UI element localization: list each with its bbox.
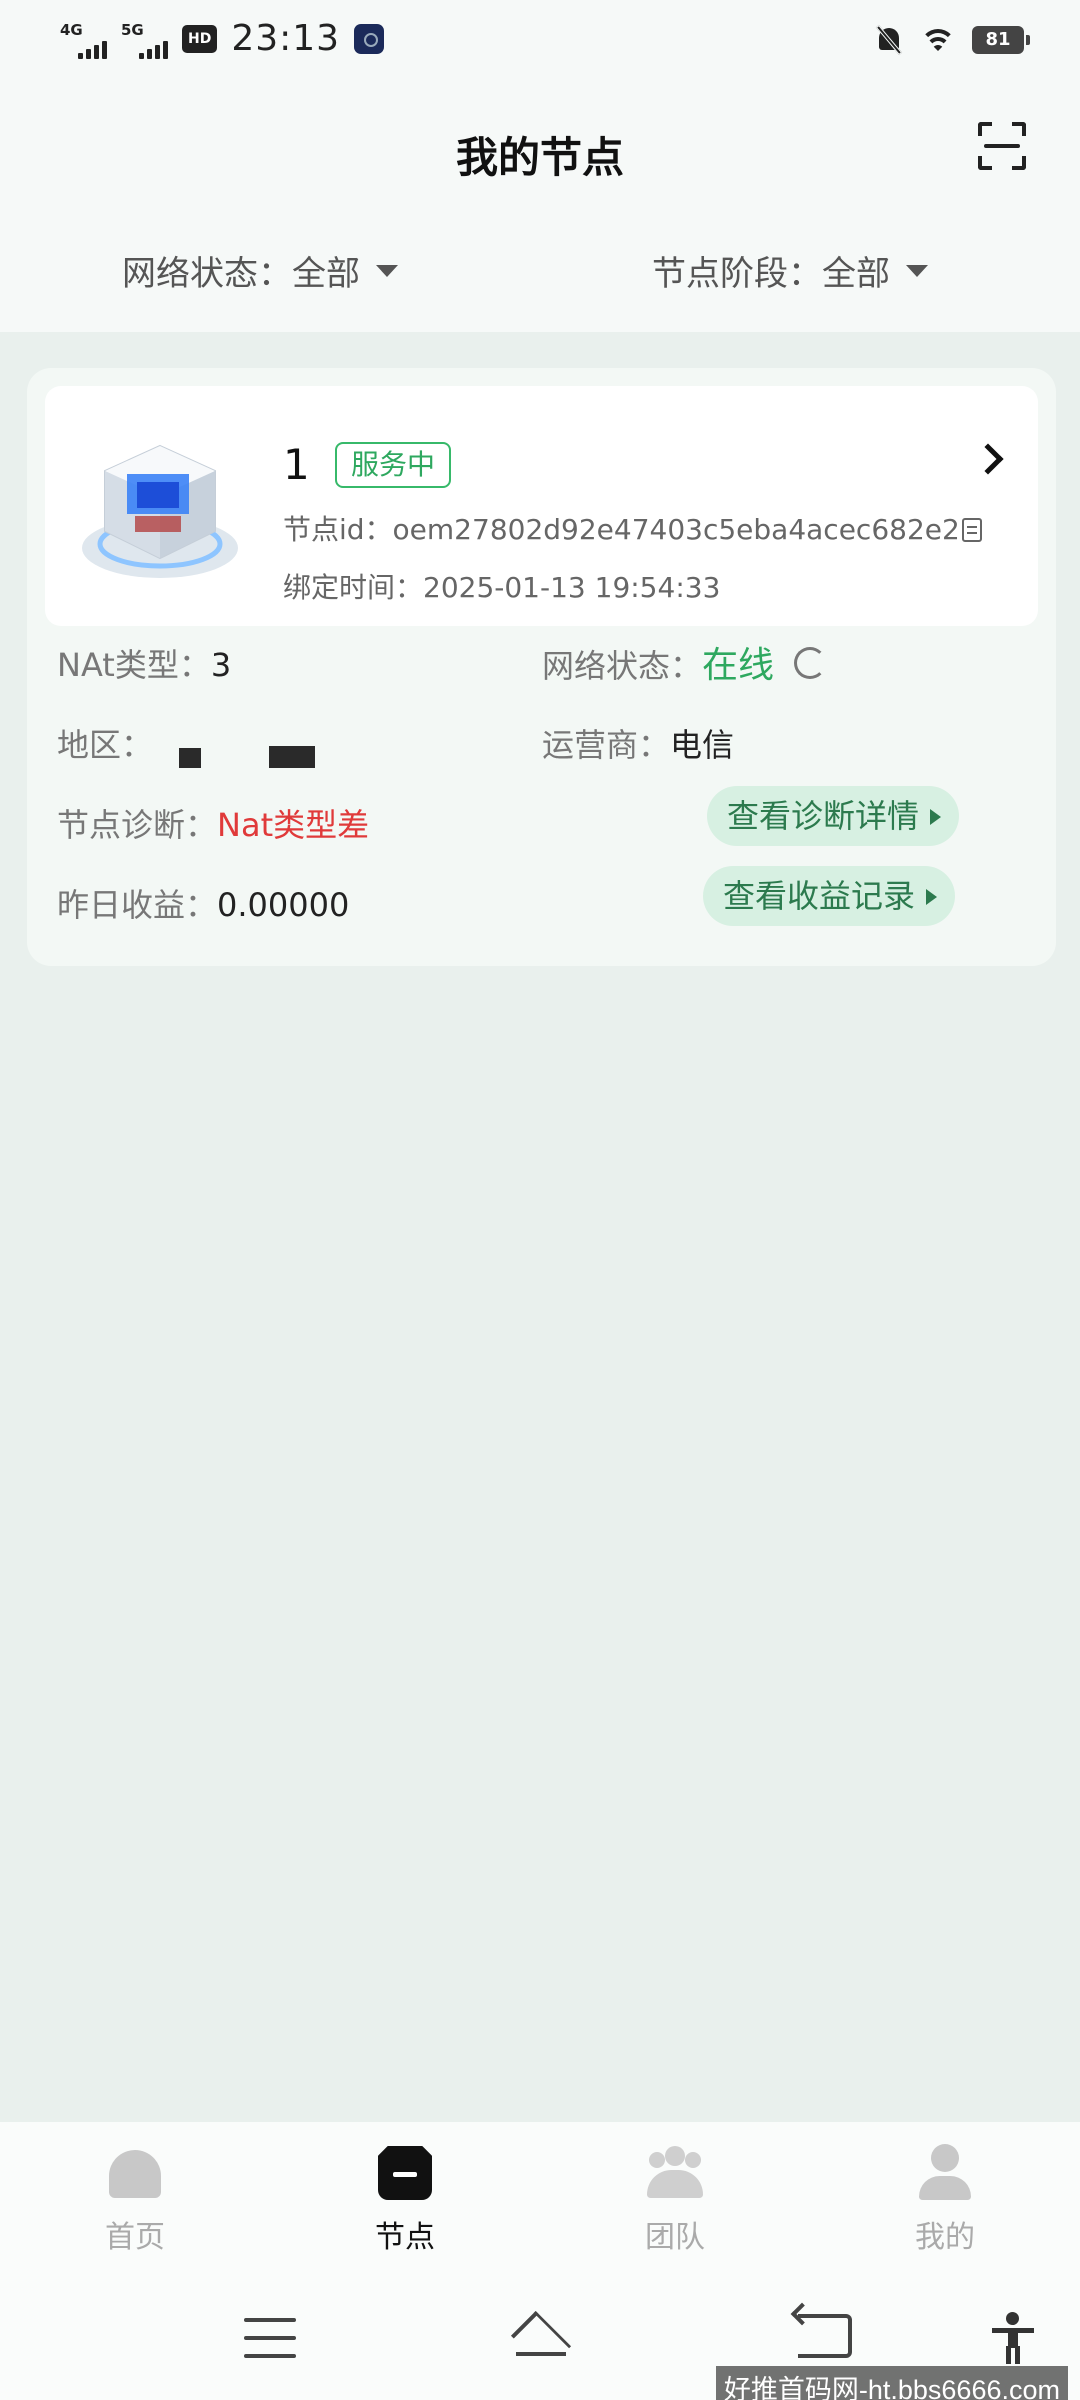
mute-bell-icon xyxy=(874,24,904,56)
scan-icon[interactable] xyxy=(978,122,1026,170)
isp-row: 运营商：电信 xyxy=(542,720,734,766)
signal-4g-icon: 4G xyxy=(60,19,107,59)
tab-team[interactable]: 团队 xyxy=(605,2144,745,2256)
node-card-header[interactable]: 1 服务中 节点id：oem27802d92e47403c5eba4acec68… xyxy=(45,386,1038,626)
node-name: 1 xyxy=(283,440,310,489)
node-id-text: 节点id：oem27802d92e47403c5eba4acec682e2 xyxy=(283,513,960,546)
isp-label: 运营商： xyxy=(542,726,671,764)
home-icon xyxy=(107,2144,163,2200)
top-section: 4G 5G HD 23:13 81 我的节点 网络状态：全部 节点阶段：全部 xyxy=(0,0,1080,332)
tab-team-label: 团队 xyxy=(645,2220,705,2255)
watermark: 好推首码网-ht.bbs6666.com xyxy=(715,2366,1068,2400)
tab-node[interactable]: 节点 xyxy=(335,2144,475,2256)
tab-node-label: 节点 xyxy=(375,2220,435,2255)
network-status-row: 网络状态：在线 xyxy=(542,636,827,688)
refresh-icon[interactable] xyxy=(794,647,827,679)
nat-type-row: NAt类型：3 xyxy=(57,640,231,686)
filter-bar: 网络状态：全部 节点阶段：全部 xyxy=(0,246,1080,306)
play-arrow-icon xyxy=(930,809,942,825)
view-earnings-label: 查看收益记录 xyxy=(723,877,916,915)
redacted-block xyxy=(269,746,315,768)
copy-icon[interactable] xyxy=(961,518,982,542)
status-time: 23:13 xyxy=(231,18,341,59)
tab-home-label: 首页 xyxy=(105,2220,165,2255)
page-title: 我的节点 xyxy=(455,133,624,182)
status-badge: 服务中 xyxy=(335,442,452,488)
view-diagnosis-button[interactable]: 查看诊断详情 xyxy=(707,786,960,846)
node-stage-filter[interactable]: 节点阶段：全部 xyxy=(652,246,928,295)
node-card: 1 服务中 节点id：oem27802d92e47403c5eba4acec68… xyxy=(27,368,1056,966)
isp-value: 电信 xyxy=(670,726,735,764)
node-stage-filter-label: 节点阶段：全部 xyxy=(652,254,890,294)
signal-5g-icon: 5G xyxy=(121,19,168,59)
menu-icon[interactable] xyxy=(244,2318,296,2358)
network-status-filter[interactable]: 网络状态：全部 xyxy=(122,246,398,295)
app-notification-icon xyxy=(354,23,385,54)
tab-profile[interactable]: 我的 xyxy=(875,2144,1015,2256)
hd-voice-icon: HD xyxy=(182,24,218,53)
redacted-block xyxy=(179,748,201,768)
node-device-icon xyxy=(82,444,238,578)
diagnosis-value: Nat类型差 xyxy=(217,806,370,844)
earnings-row: 昨日收益：0.00000 xyxy=(57,880,349,926)
view-diagnosis-label: 查看诊断详情 xyxy=(727,797,920,835)
accessibility-icon[interactable] xyxy=(990,2312,1036,2364)
profile-icon xyxy=(917,2144,973,2200)
region-label: 地区： xyxy=(57,726,154,764)
region-row: 地区： xyxy=(57,720,153,766)
nat-type-label: NAt类型： xyxy=(57,646,211,684)
view-earnings-button[interactable]: 查看收益记录 xyxy=(703,866,956,926)
status-bar: 4G 5G HD 23:13 81 xyxy=(0,0,1080,86)
battery-icon: 81 xyxy=(972,26,1030,54)
node-icon xyxy=(377,2144,433,2200)
back-icon[interactable] xyxy=(798,2314,852,2358)
home-button-icon[interactable] xyxy=(506,2310,576,2372)
chevron-right-icon[interactable] xyxy=(972,443,1004,475)
bottom-tab-bar: 首页 节点 团队 我的 xyxy=(0,2122,1080,2282)
network-status-label: 网络状态： xyxy=(542,647,703,685)
team-icon xyxy=(647,2144,703,2200)
diagnosis-label: 节点诊断： xyxy=(57,806,218,844)
caret-down-icon xyxy=(906,264,928,277)
earnings-label: 昨日收益： xyxy=(57,886,218,924)
play-arrow-icon xyxy=(926,889,938,905)
node-id-row: 节点id：oem27802d92e47403c5eba4acec682e2 xyxy=(283,508,982,548)
nat-type-value: 3 xyxy=(210,646,232,684)
network-status-filter-label: 网络状态：全部 xyxy=(122,254,360,294)
title-bar: 我的节点 xyxy=(0,110,1080,190)
earnings-value: 0.00000 xyxy=(217,886,350,924)
tab-home[interactable]: 首页 xyxy=(65,2144,205,2256)
diagnosis-row: 节点诊断：Nat类型差 xyxy=(57,800,369,846)
wifi-icon xyxy=(920,25,956,55)
network-status-value: 在线 xyxy=(702,645,775,686)
system-nav-bar: 好推首码网-ht.bbs6666.com xyxy=(0,2282,1080,2400)
tab-profile-label: 我的 xyxy=(915,2220,975,2255)
caret-down-icon xyxy=(376,264,398,277)
bind-time: 绑定时间：2025-01-13 19:54:33 xyxy=(283,571,721,604)
